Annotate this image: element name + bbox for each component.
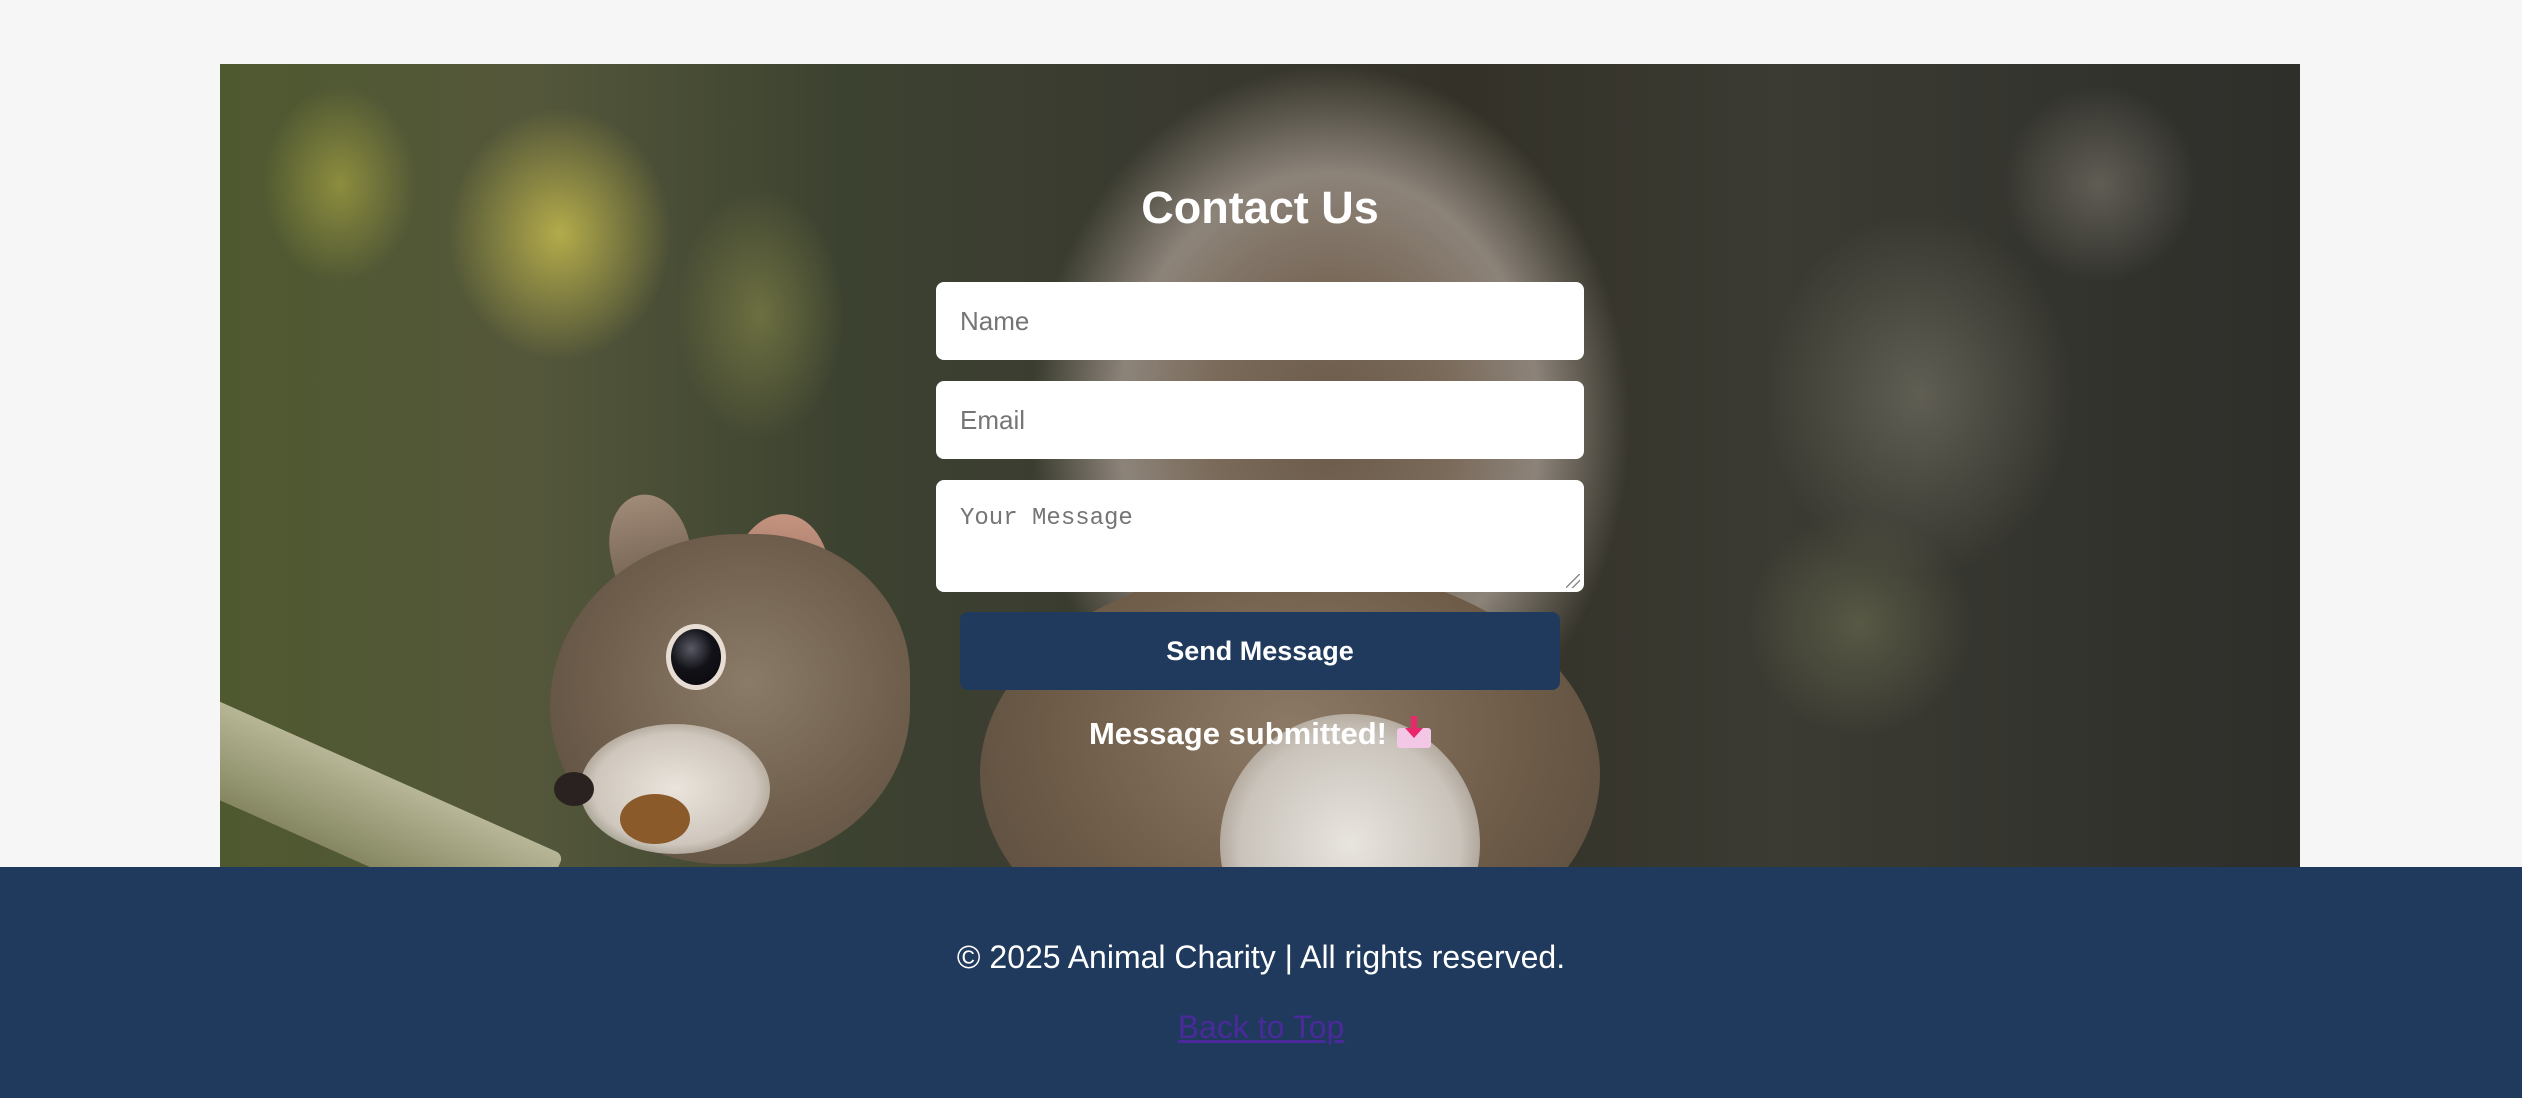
- back-to-top-link[interactable]: Back to Top: [0, 1007, 2522, 1047]
- site-footer: © 2025 Animal Charity | All rights reser…: [0, 867, 2522, 1098]
- submission-status: Message submitted!: [936, 714, 1584, 754]
- contact-form: Contact Us Your Message Send Message Mes…: [936, 64, 1584, 867]
- name-input[interactable]: [936, 282, 1584, 360]
- message-placeholder: Your Message: [960, 505, 1133, 532]
- message-textarea[interactable]: Your Message: [936, 480, 1584, 592]
- send-message-button[interactable]: Send Message: [960, 612, 1560, 690]
- background-photo-nut: [620, 794, 690, 844]
- contact-title: Contact Us: [1141, 182, 1379, 233]
- email-input[interactable]: [936, 381, 1584, 459]
- background-photo-squirrel-eye: [666, 624, 726, 690]
- status-text: Message submitted!: [1088, 716, 1387, 751]
- background-photo-railing: [220, 684, 564, 867]
- background-photo-squirrel-nose: [554, 772, 594, 806]
- inbox-tray-icon: [1397, 716, 1431, 748]
- resize-handle[interactable]: [1566, 574, 1580, 588]
- contact-section: Contact Us Your Message Send Message Mes…: [220, 64, 2300, 867]
- copyright-text: © 2025 Animal Charity | All rights reser…: [956, 939, 1566, 975]
